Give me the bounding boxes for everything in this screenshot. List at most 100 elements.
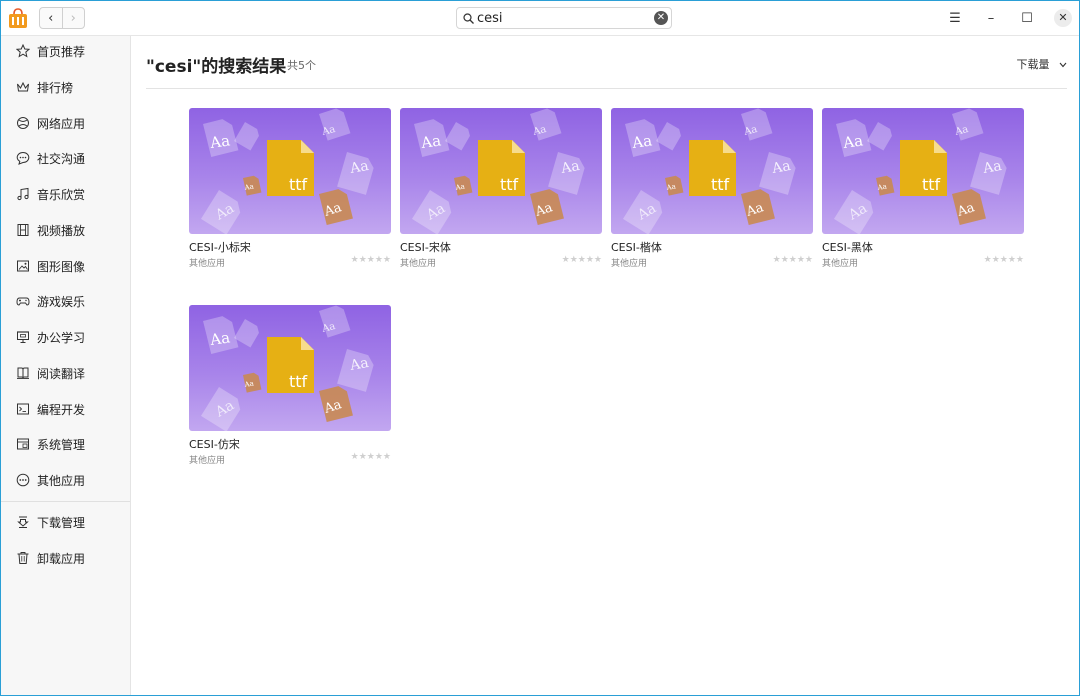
sidebar-item-label: 办公学习 (37, 330, 86, 345)
search-box: ✕ (456, 7, 672, 29)
sidebar-item-label: 社交沟通 (37, 151, 86, 166)
sidebar-item-network[interactable]: 网络应用 (1, 108, 130, 138)
sidebar-item-reading[interactable]: 阅读翻译 (1, 358, 130, 388)
sidebar-item-label: 音乐欣赏 (37, 187, 86, 202)
sidebar-item-label: 下载管理 (37, 515, 86, 530)
result-count: 共5个 (287, 59, 316, 72)
sidebar-item-label: 编程开发 (37, 402, 86, 417)
sidebar-item-label: 视频播放 (37, 223, 86, 238)
close-button[interactable]: ✕ (1051, 7, 1075, 29)
app-category: 其他应用 (611, 259, 648, 269)
search-input[interactable] (477, 10, 647, 26)
crown-icon (15, 79, 31, 95)
globe-icon (15, 115, 31, 131)
app-window: ‹ › ✕ ☰ – ☐ ✕ 首页推荐 排行榜 网络应用 (0, 0, 1080, 696)
book-icon (15, 365, 31, 381)
sidebar-divider (1, 501, 130, 502)
sidebar-item-video[interactable]: 视频播放 (1, 215, 130, 245)
sort-dropdown[interactable]: 下载量 (1017, 56, 1068, 72)
sidebar-item-downloads[interactable]: 下载管理 (1, 507, 130, 537)
minimize-icon: – (987, 10, 995, 26)
image-icon (15, 258, 31, 274)
search-icon (463, 12, 474, 24)
app-card[interactable]: Aa Aa Aa Aa Aa Aa ttf CESI-宋体其他应用 ★★★★★ (400, 108, 602, 273)
sidebar-item-social[interactable]: 社交沟通 (1, 143, 130, 173)
app-card[interactable]: Aa Aa Aa Aa Aa Aa ttf CESI-小标宋其他应用 ★★★★★ (189, 108, 391, 273)
sidebar-item-label: 排行榜 (37, 80, 74, 95)
sidebar-item-system[interactable]: 系统管理 (1, 429, 130, 459)
sidebar-item-uninstall[interactable]: 卸载应用 (1, 543, 130, 573)
svg-text:Aa: Aa (348, 158, 370, 177)
font-thumbnail[interactable]: Aa Aa Aa Aa Aa Aa ttf (189, 108, 391, 234)
svg-text:Aa: Aa (630, 131, 653, 152)
sidebar-item-office[interactable]: 办公学习 (1, 322, 130, 352)
app-store-logo-icon (7, 7, 29, 29)
forward-arrow-icon: › (70, 10, 76, 26)
file-type-badge: ttf (289, 372, 308, 391)
font-thumbnail[interactable]: Aa Aa Aa Aa Aa Aa ttf (822, 108, 1024, 234)
app-category: 其他应用 (822, 259, 859, 269)
main-content: "cesi"的搜索结果 共5个 下载量 Aa Aa Aa Aa Aa Aa tt… (132, 36, 1079, 695)
sidebar-item-programming[interactable]: 编程开发 (1, 394, 130, 424)
back-button[interactable]: ‹ (40, 8, 62, 28)
star-icon (15, 43, 31, 59)
sidebar-item-label: 阅读翻译 (37, 366, 86, 381)
svg-text:Aa: Aa (981, 158, 1003, 177)
back-arrow-icon: ‹ (48, 10, 54, 26)
app-name[interactable]: CESI-黑体 (822, 239, 873, 255)
font-thumbnail[interactable]: Aa Aa Aa Aa Aa Aa ttf (400, 108, 602, 234)
app-category: 其他应用 (189, 456, 226, 466)
svg-text:Aa: Aa (419, 131, 442, 152)
rating-stars: ★★★★★ (350, 255, 391, 265)
font-thumbnail[interactable]: Aa Aa Aa Aa Aa Aa ttf (611, 108, 813, 234)
app-category: 其他应用 (400, 259, 437, 269)
app-name[interactable]: CESI-仿宋 (189, 436, 240, 452)
film-icon (15, 222, 31, 238)
app-name[interactable]: CESI-楷体 (611, 239, 662, 255)
download-icon (15, 514, 31, 530)
trash-icon (15, 550, 31, 566)
sort-label: 下载量 (1016, 58, 1050, 71)
music-icon (15, 186, 31, 202)
svg-text:Aa: Aa (208, 131, 231, 152)
app-card[interactable]: Aa Aa Aa Aa Aa Aa ttf CESI-黑体其他应用 ★★★★★ (822, 108, 1024, 273)
sidebar-item-label: 系统管理 (37, 437, 86, 452)
file-type-badge: ttf (711, 175, 730, 194)
app-name[interactable]: CESI-小标宋 (189, 239, 251, 255)
menu-icon: ☰ (949, 10, 961, 26)
gamepad-icon (15, 293, 31, 309)
app-card[interactable]: Aa Aa Aa Aa Aa Aa ttf CESI-仿宋 其他应用 ★★★★★ (189, 305, 391, 470)
app-category: 其他应用 (189, 259, 226, 269)
chevron-down-icon (1059, 58, 1067, 71)
sidebar-item-label: 网络应用 (37, 116, 86, 131)
sidebar-item-label: 首页推荐 (37, 44, 86, 59)
font-thumbnail[interactable]: Aa Aa Aa Aa Aa Aa ttf (189, 305, 391, 431)
sidebar-item-label: 游戏娱乐 (37, 294, 86, 309)
file-type-badge: ttf (500, 175, 519, 194)
sidebar: 首页推荐 排行榜 网络应用 社交沟通 音乐欣赏 视频播放 图形图像 游戏娱乐 办… (1, 36, 131, 695)
rating-stars: ★★★★★ (983, 255, 1024, 265)
sidebar-item-label: 其他应用 (37, 473, 86, 488)
app-card[interactable]: Aa Aa Aa Aa Aa Aa ttf CESI-楷体 其他应用 ★★★★★ (611, 108, 813, 273)
title-bar: ‹ › ✕ ☰ – ☐ ✕ (1, 1, 1079, 36)
maximize-button[interactable]: ☐ (1015, 7, 1039, 29)
sidebar-item-games[interactable]: 游戏娱乐 (1, 286, 130, 316)
app-name[interactable]: CESI-宋体 (400, 239, 451, 255)
rating-stars: ★★★★★ (561, 255, 602, 265)
sidebar-item-graphics[interactable]: 图形图像 (1, 251, 130, 281)
sidebar-item-music[interactable]: 音乐欣赏 (1, 179, 130, 209)
sidebar-item-other[interactable]: 其他应用 (1, 465, 130, 495)
svg-text:Aa: Aa (841, 131, 864, 152)
title-divider (146, 88, 1067, 89)
svg-text:Aa: Aa (348, 355, 370, 374)
menu-button[interactable]: ☰ (943, 7, 967, 29)
svg-text:Aa: Aa (559, 158, 581, 177)
minimize-button[interactable]: – (979, 7, 1003, 29)
presentation-icon (15, 329, 31, 345)
maximize-icon: ☐ (1021, 10, 1033, 26)
sidebar-item-home[interactable]: 首页推荐 (1, 36, 130, 66)
sidebar-item-ranking[interactable]: 排行榜 (1, 72, 130, 102)
clear-search-icon[interactable]: ✕ (654, 11, 668, 25)
forward-button[interactable]: › (61, 8, 85, 28)
page-title: "cesi"的搜索结果 (146, 57, 287, 77)
